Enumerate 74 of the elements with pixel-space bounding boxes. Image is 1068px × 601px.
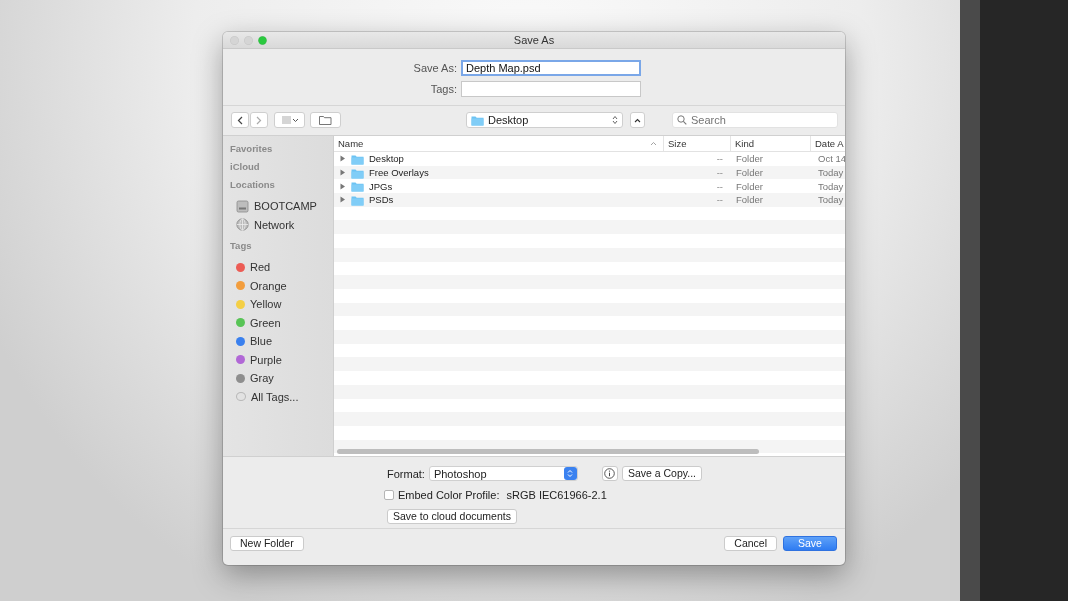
sidebar-item[interactable]: Green: [250, 316, 281, 329]
globe-icon: [236, 218, 249, 232]
sidebar-item[interactable]: All Tags...: [251, 390, 299, 403]
file-name[interactable]: Free Overlays: [369, 167, 429, 179]
tags-field[interactable]: [461, 81, 641, 97]
folder-icon: [319, 115, 332, 125]
file-size: --: [715, 180, 724, 192]
file-date: Oct 14: [817, 153, 845, 165]
sidebar-item[interactable]: Orange: [250, 279, 287, 292]
location-popup[interactable]: Desktop: [466, 112, 623, 128]
zoom-button[interactable]: [258, 35, 267, 45]
tag-dot: [236, 392, 246, 402]
file-kind: Folder: [735, 194, 764, 206]
save-as-label: Save As:: [413, 62, 457, 74]
collapse-button[interactable]: [630, 112, 645, 128]
disclosure-triangle-icon[interactable]: [339, 196, 346, 204]
disclosure-triangle-icon[interactable]: [339, 182, 346, 190]
color-profile-value: sRGB IEC61966-2.1: [506, 489, 607, 501]
file-size: --: [715, 167, 724, 179]
new-folder-button[interactable]: New Folder: [230, 536, 304, 551]
search-field[interactable]: Search: [672, 112, 838, 128]
column-header[interactable]: Date A: [815, 138, 844, 149]
chevron-right-icon: [256, 115, 262, 125]
drive-icon: [236, 199, 249, 213]
file-name[interactable]: JPGs: [369, 180, 393, 192]
file-name[interactable]: Desktop: [369, 153, 404, 165]
new-folder-button[interactable]: [310, 112, 341, 128]
chevron-left-icon: [237, 115, 243, 125]
column-header[interactable]: Name: [338, 138, 364, 149]
sidebar-heading: Locations: [229, 179, 276, 191]
folder-icon: [351, 180, 364, 193]
cancel-button[interactable]: Cancel: [724, 536, 777, 551]
format-label: Format:: [387, 467, 425, 480]
file-date: Today: [817, 180, 845, 192]
sort-ascending-icon: [650, 141, 657, 146]
folder-icon: [471, 114, 484, 126]
sidebar-item[interactable]: Red: [250, 261, 271, 274]
file-date: Today: [817, 167, 845, 179]
sidebar-item[interactable]: Yellow: [250, 298, 282, 311]
sidebar-heading: Tags: [229, 240, 253, 252]
info-icon: [604, 468, 616, 479]
file-size: --: [715, 194, 724, 206]
back-button[interactable]: [231, 112, 249, 128]
sidebar-item[interactable]: Blue: [250, 335, 273, 348]
file-size: --: [715, 153, 724, 165]
sidebar-item[interactable]: Network: [254, 218, 295, 231]
embed-profile-label: Embed Color Profile:: [398, 489, 500, 501]
stepper-icon: [612, 115, 618, 125]
tags-label: Tags:: [430, 83, 457, 95]
sidebar-heading: Favorites: [229, 143, 274, 155]
sidebar-item[interactable]: BOOTCAMP: [254, 200, 317, 213]
disclosure-triangle-icon[interactable]: [339, 155, 346, 163]
file-name[interactable]: PSDs: [369, 194, 394, 206]
sidebar-item[interactable]: Purple: [250, 353, 282, 366]
disclosure-triangle-icon[interactable]: [339, 169, 346, 177]
format-popup[interactable]: Photoshop: [428, 466, 578, 481]
info-button[interactable]: [601, 466, 618, 481]
chevron-up-icon: [634, 117, 641, 123]
file-date: Today: [817, 194, 845, 206]
filename-field[interactable]: Depth Map.psd: [461, 60, 641, 76]
stepper-icon: [567, 469, 574, 478]
search-icon: [677, 115, 687, 125]
save-copy-button[interactable]: Save a Copy...: [621, 466, 702, 481]
file-kind: Folder: [735, 167, 764, 179]
window-title: Save As: [513, 34, 555, 46]
scrollbar-thumb[interactable]: [337, 449, 759, 454]
column-header[interactable]: Kind: [735, 138, 754, 149]
sidebar-item[interactable]: Gray: [250, 372, 274, 385]
sidebar-heading: iCloud: [229, 161, 261, 173]
cloud-save-button[interactable]: Save to cloud documents: [387, 509, 517, 524]
checkbox[interactable]: [384, 490, 394, 500]
column-header[interactable]: Size: [668, 138, 687, 149]
file-kind: Folder: [735, 153, 764, 165]
file-kind: Folder: [735, 180, 764, 192]
